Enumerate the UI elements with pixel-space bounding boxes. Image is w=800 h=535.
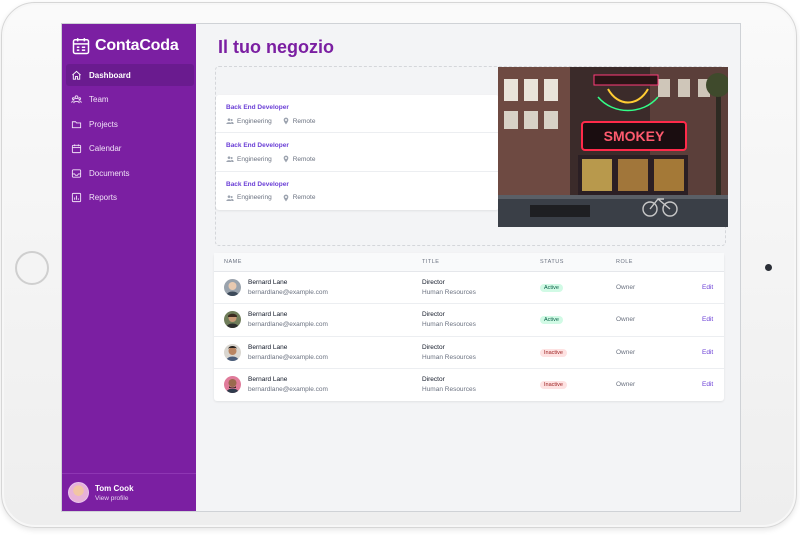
job-location: Remote: [292, 155, 316, 163]
store-photo: SMOKEY: [498, 67, 728, 227]
users-icon: [226, 156, 234, 163]
member-title: Director: [422, 279, 445, 286]
svg-text:SMOKEY: SMOKEY: [604, 128, 665, 144]
edit-link[interactable]: Edit: [702, 381, 713, 388]
home-button[interactable]: [15, 251, 49, 285]
brand-name: ContaCoda: [95, 37, 179, 54]
sidebar-item-reports[interactable]: Reports: [66, 187, 194, 209]
list-item[interactable]: Back End Developer Engineering Remote: [216, 172, 499, 210]
sidebar-item-documents[interactable]: Documents: [66, 162, 194, 184]
job-list: Back End Developer Engineering Remote Ba…: [216, 95, 499, 210]
column-header-role[interactable]: Role: [616, 259, 633, 265]
app-screen: ContaCoda Dashboard Team Projects Calend…: [61, 23, 741, 512]
list-item[interactable]: Back End Developer Engineering Remote: [216, 133, 499, 172]
table-row: Bernard Lane bernardlane@example.com Dir…: [214, 272, 724, 305]
job-title[interactable]: Back End Developer: [226, 181, 499, 188]
profile-name: Tom Cook: [95, 483, 134, 493]
avatar: [68, 482, 89, 503]
column-header-title[interactable]: Title: [422, 259, 439, 265]
users-icon: [71, 95, 82, 104]
member-role: Owner: [616, 284, 636, 291]
member-email: bernardlane@example.com: [248, 353, 328, 361]
member-title: Director: [422, 343, 445, 351]
member-department: Human Resources: [422, 321, 476, 329]
member-department: Human Resources: [422, 353, 476, 361]
edit-link[interactable]: Edit: [702, 284, 713, 291]
job-department: Engineering: [237, 194, 272, 202]
member-name: Bernard Lane: [248, 343, 288, 351]
avatar: [224, 279, 241, 296]
users-icon: [226, 118, 234, 124]
calendar-logo-icon: [72, 38, 90, 55]
member-email: bernardlane@example.com: [248, 321, 328, 329]
job-location: Remote: [292, 194, 316, 202]
tablet-frame: ContaCoda Dashboard Team Projects Calend…: [1, 2, 797, 528]
job-location: Remote: [292, 117, 316, 125]
view-profile-link[interactable]: View profile: [95, 495, 134, 502]
user-profile[interactable]: Tom Cook View profile: [62, 473, 196, 511]
table-row: Bernard Lane bernardlane@example.com Dir…: [214, 337, 724, 369]
avatar: [224, 311, 241, 329]
calendar-icon: [71, 144, 82, 154]
job-title[interactable]: Back End Developer: [226, 142, 499, 149]
avatar: [224, 375, 241, 393]
status-badge: Active: [540, 284, 563, 292]
sidebar-item-label: Projects: [89, 119, 118, 129]
front-camera: [765, 264, 772, 271]
member-role: Owner: [616, 380, 636, 388]
sidebar-item-label: Dashboard: [89, 70, 131, 80]
location-pin-icon: [283, 194, 289, 202]
member-email: bernardlane@example.com: [248, 385, 328, 393]
member-title: Director: [422, 311, 445, 319]
sidebar-item-calendar[interactable]: Calendar: [66, 138, 194, 160]
sidebar-item-label: Calendar: [89, 144, 122, 154]
member-name: Bernard Lane: [248, 375, 288, 383]
home-icon: [72, 70, 81, 80]
member-email: bernardlane@example.com: [248, 289, 328, 296]
sidebar-item-label: Reports: [89, 193, 118, 203]
sidebar-item-label: Team: [89, 95, 109, 105]
table-row: Bernard Lane bernardlane@example.com Dir…: [214, 369, 724, 401]
inbox-icon: [71, 169, 82, 178]
job-department: Engineering: [237, 155, 272, 163]
brand-logo[interactable]: ContaCoda: [71, 36, 179, 56]
member-name: Bernard Lane: [248, 311, 288, 319]
page-title: Il tuo negozio: [218, 37, 334, 57]
location-pin-icon: [283, 156, 289, 163]
folder-icon: [71, 120, 82, 128]
column-header-status[interactable]: Status: [540, 259, 564, 265]
job-title[interactable]: Back End Developer: [226, 104, 499, 111]
sidebar-item-team[interactable]: Team: [66, 89, 194, 111]
sidebar-nav: Dashboard Team Projects Calendar Documen…: [66, 64, 194, 212]
status-badge: Inactive: [540, 380, 567, 389]
avatar: [224, 343, 241, 361]
location-pin-icon: [283, 117, 289, 125]
status-badge: Active: [540, 316, 563, 325]
member-department: Human Resources: [422, 289, 476, 296]
table-row: Bernard Lane bernardlane@example.com Dir…: [214, 304, 724, 337]
storefront-image: SMOKEY: [498, 67, 728, 227]
job-department: Engineering: [237, 117, 272, 125]
column-header-name[interactable]: Name: [224, 259, 242, 265]
sidebar-item-dashboard[interactable]: Dashboard: [66, 64, 194, 86]
sidebar: ContaCoda Dashboard Team Projects Calend…: [62, 24, 196, 511]
table-header: Name Title Status Role: [214, 253, 724, 272]
member-name: Bernard Lane: [248, 279, 288, 286]
users-icon: [226, 195, 234, 201]
status-badge: Inactive: [540, 348, 567, 357]
edit-link[interactable]: Edit: [702, 316, 713, 323]
member-role: Owner: [616, 316, 636, 324]
edit-link[interactable]: Edit: [702, 349, 713, 356]
team-table: Name Title Status Role Bernard Lane bern…: [214, 253, 724, 401]
member-role: Owner: [616, 348, 636, 356]
chart-bar-icon: [71, 193, 82, 203]
member-title: Director: [422, 375, 445, 383]
member-department: Human Resources: [422, 385, 476, 393]
list-item[interactable]: Back End Developer Engineering Remote: [216, 95, 499, 134]
sidebar-item-label: Documents: [89, 168, 130, 178]
sidebar-item-projects[interactable]: Projects: [66, 113, 194, 135]
